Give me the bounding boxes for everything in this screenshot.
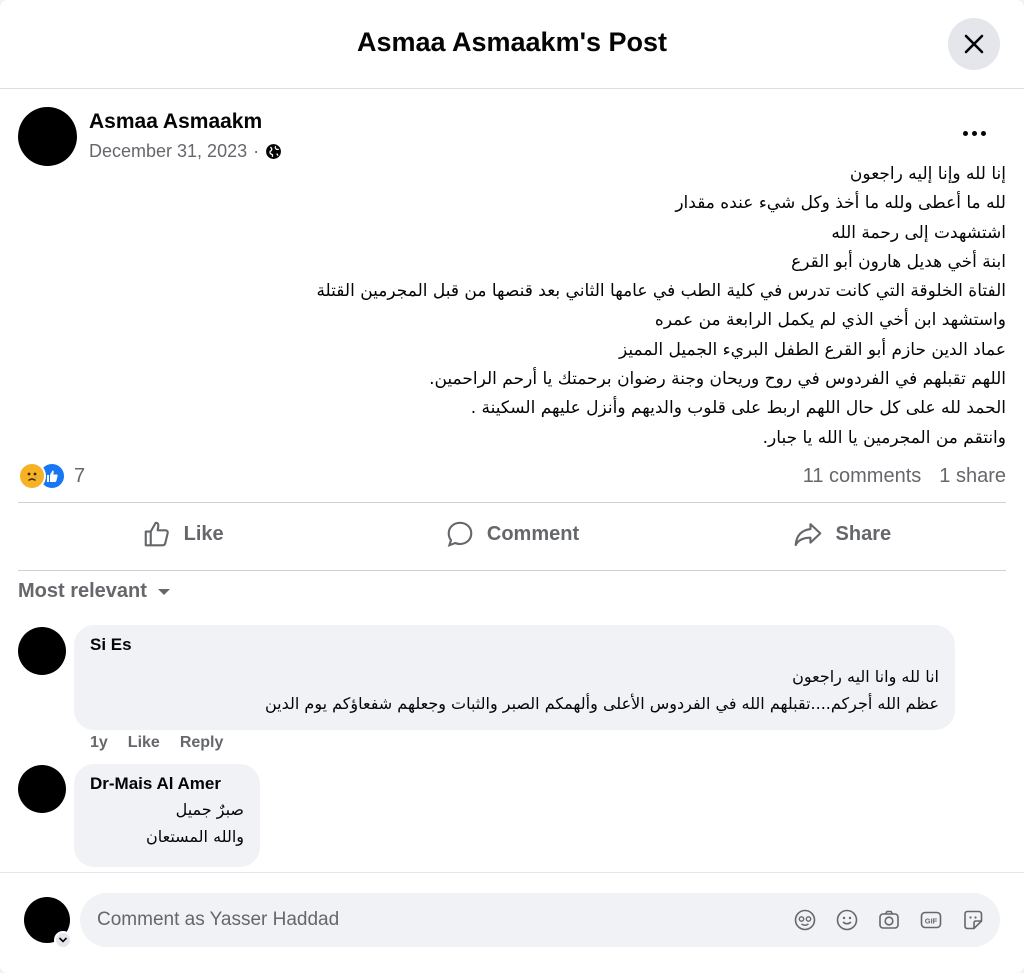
post-line: ابنة أخي هديل هارون أبو القرع: [791, 251, 1006, 272]
more-options-button[interactable]: [954, 118, 994, 148]
comment-bubble: Si Es انا لله وانا اليه راجعون عظم الله …: [74, 625, 955, 730]
comment-reply-button[interactable]: Reply: [180, 734, 224, 752]
post-stats: 11 comments 1 share: [803, 465, 1006, 488]
comment-sort-dropdown[interactable]: Most relevant: [18, 580, 171, 603]
comment-age[interactable]: 1y: [90, 734, 108, 752]
author-name[interactable]: Asmaa Asmaakm: [89, 110, 262, 134]
comment-input[interactable]: Comment as Yasser Haddad GIF: [80, 893, 1000, 947]
commenter-avatar[interactable]: [18, 765, 66, 813]
post-line: الحمد لله على كل حال اللهم اربط على قلوب…: [470, 398, 1006, 419]
camera-icon: [879, 910, 899, 929]
post-line: لله ما أعطى ولله ما أخذ وكل شيء عنده مقد…: [675, 193, 1006, 214]
post-meta: December 31, 2023 ·: [89, 141, 282, 162]
emoji-icon: [836, 909, 858, 931]
post-line: إنا لله وإنا إليه راجعون: [849, 164, 1006, 184]
like-button[interactable]: Like: [18, 505, 347, 563]
profile-switch-button[interactable]: [54, 931, 72, 949]
post-line: اللهم تقبلهم في الفردوس في روح وريحان وج…: [429, 369, 1006, 390]
comment-author[interactable]: Dr-Mais Al Amer: [90, 774, 244, 794]
share-button[interactable]: Share: [677, 505, 1006, 563]
comment-author[interactable]: Si Es: [90, 635, 939, 655]
close-icon: [964, 34, 984, 54]
shares-count[interactable]: 1 share: [939, 465, 1006, 488]
comment-bubble: Dr-Mais Al Amer صبرٌ جميل والله المستعان: [74, 764, 260, 867]
dialog-title: Asmaa Asmaakm's Post: [356, 27, 668, 57]
globe-icon: [266, 144, 282, 159]
commenter-avatar[interactable]: [18, 627, 66, 675]
avatar-icon: [794, 909, 816, 931]
thumbs-up-icon: [144, 521, 169, 547]
svg-text:GIF: GIF: [925, 916, 938, 925]
post-date[interactable]: December 31, 2023: [89, 141, 247, 162]
more-options-icon: [962, 130, 968, 136]
comment-placeholder: Comment as Yasser Haddad: [97, 909, 340, 930]
post-line: وانتقم من المجرمين يا الله يا جبار.: [762, 427, 1006, 448]
comment-line: والله المستعان: [145, 827, 244, 846]
comments-count[interactable]: 11 comments: [803, 465, 922, 488]
reactions-summary[interactable]: 7: [18, 462, 85, 490]
comment-composer: Comment as Yasser Haddad GIF: [0, 872, 1024, 973]
gif-button[interactable]: GIF: [918, 907, 944, 933]
caret-down-icon: [157, 588, 170, 595]
comment-like-button[interactable]: Like: [128, 734, 160, 752]
post-line: اشتشهدت إلى رحمة الله: [831, 222, 1006, 243]
share-label: Share: [835, 522, 892, 545]
comment-line: انا لله وانا اليه راجعون: [792, 667, 939, 686]
post-text: إنا لله وإنا إليه راجعون لله ما أعطى ولل…: [106, 160, 1006, 453]
comment-button[interactable]: Comment: [347, 505, 676, 563]
divider: [18, 502, 1006, 503]
post-dialog: Asmaa Asmaakm's Post Asmaa Asmaakm Decem…: [0, 0, 1024, 973]
avatar-sticker-button[interactable]: [792, 907, 818, 933]
post-line: واستشهد ابن أخي الذي لم يكمل الرابعة من …: [654, 310, 1006, 331]
gif-icon: GIF: [920, 911, 942, 929]
comment-icon: [447, 521, 473, 548]
author-avatar[interactable]: [18, 107, 77, 166]
sticker-icon: [964, 910, 983, 930]
comment-label: Comment: [486, 522, 580, 545]
sort-label: Most relevant: [18, 580, 147, 602]
sad-reaction-icon: [18, 462, 46, 490]
divider: [18, 570, 1006, 571]
share-icon: [794, 523, 821, 547]
photo-button[interactable]: [876, 907, 902, 933]
sticker-button[interactable]: [960, 907, 986, 933]
composer-tools: GIF: [792, 907, 986, 933]
like-label: Like: [183, 522, 224, 545]
dialog-header: Asmaa Asmaakm's Post: [0, 0, 1024, 89]
comment-line: عظم الله أجركم....تقبلهم الله في الفردوس…: [264, 694, 939, 713]
chevron-down-icon: [58, 937, 68, 943]
post-line: الفتاة الخلوقة التي كانت تدرس في كلية ال…: [316, 281, 1006, 302]
post-actions: Like Comment Share: [18, 505, 1006, 563]
emoji-button[interactable]: [834, 907, 860, 933]
comment-line: صبرٌ جميل: [175, 800, 244, 819]
meta-separator: ·: [253, 141, 260, 161]
comment-actions: 1y Like Reply: [90, 734, 223, 752]
close-button[interactable]: [948, 18, 1000, 70]
reaction-count: 7: [74, 464, 86, 487]
post-line: عماد الدين حازم أبو القرع الطفل البريء ا…: [619, 339, 1006, 360]
